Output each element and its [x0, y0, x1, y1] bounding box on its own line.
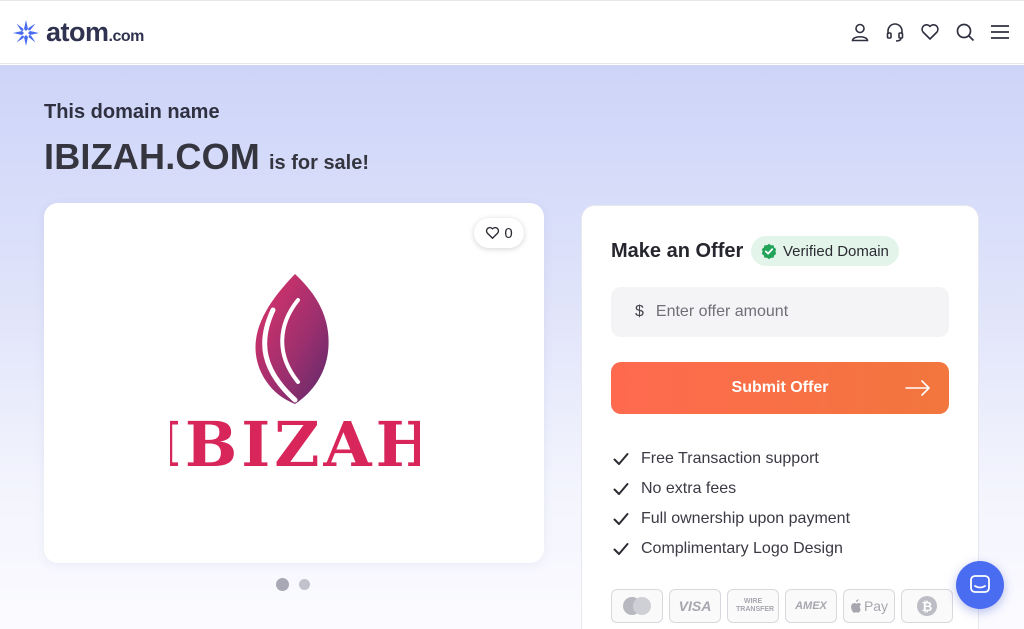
domain-heading: IBIZAH.COM is for sale! — [44, 136, 369, 178]
feature-item: Complimentary Logo Design — [613, 534, 850, 564]
wishlist-heart-icon[interactable] — [920, 21, 940, 43]
menu-icon[interactable] — [990, 21, 1010, 43]
leaf-emblem — [255, 274, 329, 404]
user-icon[interactable] — [850, 21, 870, 43]
payment-methods: VISA WIRE TRANSFER AMEX Pay ₿ — [611, 589, 953, 623]
offer-title: Make an Offer — [611, 240, 744, 262]
search-icon[interactable] — [955, 21, 975, 43]
verified-label: Verified Domain — [783, 242, 889, 260]
feature-item: No extra fees — [613, 474, 850, 504]
checkmark-icon — [613, 543, 629, 555]
mastercard-icon — [611, 589, 663, 623]
feature-text: Full ownership upon payment — [641, 510, 851, 527]
currency-symbol: $ — [635, 303, 644, 320]
checkmark-icon — [613, 483, 629, 495]
atom-star-icon — [13, 19, 39, 46]
domain-name: IBIZAH.COM — [44, 136, 260, 177]
svg-text:₿: ₿ — [922, 600, 933, 615]
hero-eyebrow: This domain name — [44, 101, 220, 123]
feature-text: Free Transaction support — [641, 450, 819, 467]
visa-icon: VISA — [669, 589, 721, 623]
like-count: 0 — [504, 224, 513, 242]
verified-check-icon — [761, 243, 777, 259]
offer-amount-input[interactable] — [655, 303, 916, 321]
apple-pay-icon: Pay — [843, 589, 895, 623]
feature-item: Full ownership upon payment — [613, 504, 850, 534]
feature-list: Free Transaction support No extra fees F… — [613, 444, 850, 564]
ibizah-logo: IBIZAH — [170, 274, 420, 480]
bitcoin-icon: ₿ — [901, 589, 953, 623]
amex-icon: AMEX — [785, 589, 837, 623]
logo-wordmark-text: IBIZAH — [170, 408, 420, 480]
atom-logo[interactable]: atom.com — [12, 17, 144, 48]
wire-transfer-icon: WIRE TRANSFER — [727, 589, 779, 623]
header-nav — [850, 21, 1010, 43]
feature-text: No extra fees — [641, 480, 737, 497]
carousel-dots — [276, 578, 310, 591]
carousel-dot[interactable] — [299, 579, 310, 590]
verified-badge: Verified Domain — [751, 236, 899, 266]
heart-icon — [486, 226, 500, 239]
carousel-dot-active[interactable] — [276, 578, 289, 591]
headset-icon[interactable] — [885, 21, 905, 43]
offer-card — [581, 205, 979, 629]
submit-offer-label: Submit Offer — [731, 379, 829, 396]
chat-launcher-button[interactable] — [956, 561, 1004, 609]
logo-wordmark: atom.com — [46, 17, 144, 47]
offer-amount-field[interactable]: $ — [611, 287, 949, 337]
feature-text: Complimentary Logo Design — [641, 540, 843, 557]
feature-item: Free Transaction support — [613, 444, 850, 474]
for-sale-text: is for sale! — [268, 152, 370, 174]
arrow-right-icon — [905, 380, 930, 396]
submit-offer-button[interactable]: Submit Offer — [611, 362, 949, 414]
like-button[interactable]: 0 — [474, 218, 524, 248]
chat-bubble-icon — [970, 575, 990, 593]
checkmark-icon — [613, 453, 629, 465]
checkmark-icon — [613, 513, 629, 525]
site-header: atom.com — [0, 0, 1024, 64]
